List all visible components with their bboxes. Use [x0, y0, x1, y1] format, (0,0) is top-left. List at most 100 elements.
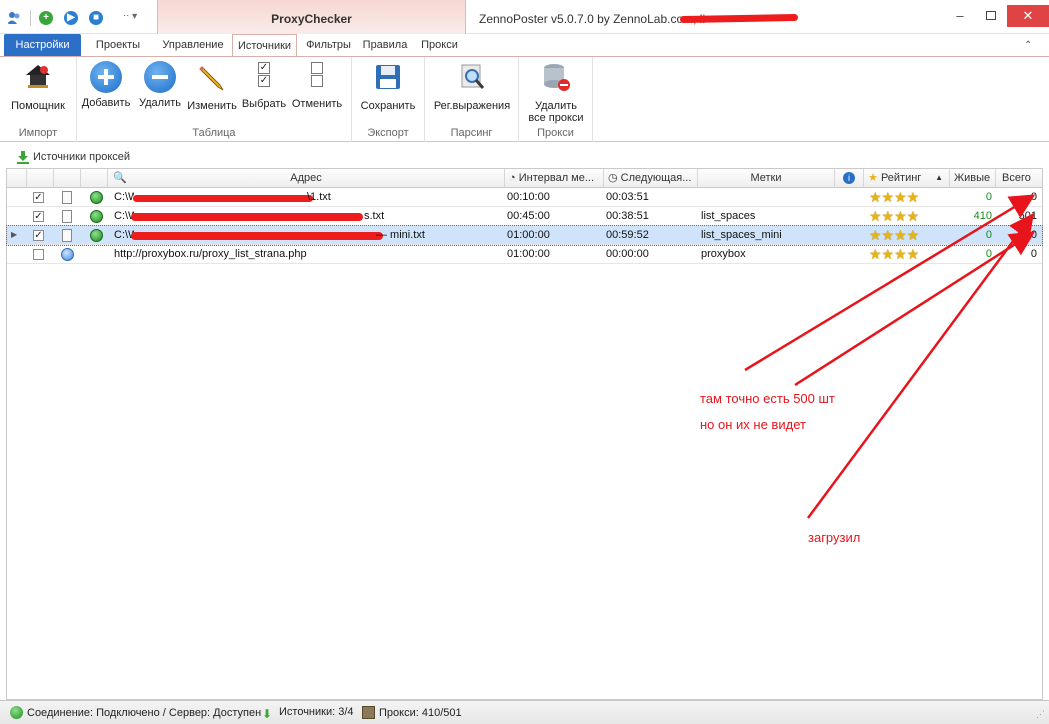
- row-interval: 01:00:00: [507, 248, 550, 260]
- table-row[interactable]: ▶ ✓ C:\W — mini.txt 01:00:00 00:59:52 li…: [6, 225, 1043, 246]
- regex-button[interactable]: Рег.выражения: [431, 61, 513, 112]
- row-next: 00:03:51: [606, 191, 649, 203]
- tab-projects[interactable]: Проекты: [89, 34, 147, 56]
- play-icon[interactable]: ▶: [64, 11, 78, 25]
- row-checkbox[interactable]: [33, 249, 44, 260]
- header-alive[interactable]: Живые: [950, 169, 996, 188]
- row-address: C:\W: [114, 191, 134, 203]
- group-label-proxies: Прокси: [537, 127, 574, 139]
- stop-icon[interactable]: ■: [89, 11, 103, 25]
- tab-sources[interactable]: Источники: [232, 34, 297, 57]
- file-icon: [62, 229, 72, 242]
- header-address[interactable]: 🔍 Адрес: [108, 169, 505, 188]
- header-checkbox[interactable]: [27, 169, 54, 188]
- annotation-text: загрузил: [808, 530, 861, 545]
- header-total[interactable]: Всего: [996, 169, 1042, 188]
- select-label: Выбрать: [241, 98, 287, 110]
- row-pointer-icon: ▶: [11, 230, 18, 239]
- group-export: Сохранить Экспорт: [352, 57, 425, 142]
- row-interval: 00:10:00: [507, 191, 550, 203]
- row-tags: list_spaces_mini: [701, 229, 782, 241]
- status-bar: Соединение: Подключено / Сервер: Доступе…: [0, 700, 1049, 724]
- save-button[interactable]: Сохранить: [358, 61, 418, 112]
- title-bar: + ▶ ■ ⋅⋅ ▾ ProxyChecker ZennoPoster v5.0…: [0, 0, 1049, 34]
- header-tags[interactable]: Метки: [698, 169, 835, 188]
- info-icon: i: [843, 172, 855, 184]
- row-address-tail: — mini.txt: [376, 229, 425, 241]
- add-label: Добавить: [81, 97, 131, 109]
- delete-all-proxies-button[interactable]: Удалить все прокси: [523, 61, 589, 124]
- add-button[interactable]: Добавить: [81, 61, 131, 109]
- table-row[interactable]: http://proxybox.ru/proxy_list_strana.php…: [7, 245, 1042, 264]
- helper-button[interactable]: Помощник: [8, 61, 68, 112]
- close-button[interactable]: ✕: [1007, 5, 1049, 27]
- delete-button[interactable]: Удалить: [136, 61, 184, 109]
- row-tags: [701, 188, 831, 207]
- magnifier-icon: [461, 64, 485, 89]
- header-status[interactable]: [81, 169, 108, 188]
- table-row[interactable]: ✓ C:\W \1.txt 00:10:00 00:03:51 ★★★★ 0 0: [7, 188, 1042, 207]
- header-next[interactable]: ◷ Следующая...: [604, 169, 698, 188]
- status-green-icon: [90, 191, 103, 204]
- proxy-list-icon: [362, 706, 375, 719]
- row-checkbox[interactable]: ✓: [33, 192, 44, 203]
- minus-circle-icon: [144, 61, 176, 93]
- status-green-icon: [90, 229, 103, 242]
- delete-label: Удалить: [139, 97, 181, 109]
- quick-access-menu-icon[interactable]: ⋅⋅ ▾: [123, 11, 137, 22]
- header-type[interactable]: [54, 169, 81, 188]
- header-rating-label: Рейтинг: [880, 172, 922, 184]
- table-row[interactable]: ✓ C:\W s.txt 00:45:00 00:38:51 list_spac…: [7, 207, 1042, 226]
- cancel-button[interactable]: Отменить: [291, 61, 343, 110]
- connection-status: Соединение: Подключено / Сервер: Доступе…: [10, 706, 261, 719]
- row-checkbox[interactable]: ✓: [33, 230, 44, 241]
- annotation-text: там точно есть 500 шт: [700, 391, 835, 406]
- resize-grip-icon[interactable]: ⋰: [1036, 709, 1045, 720]
- header-indicator: [7, 169, 27, 188]
- download-icon: ⬇: [262, 707, 273, 721]
- tab-rules[interactable]: Правила: [360, 34, 410, 56]
- regex-label: Рег.выражения: [433, 100, 511, 112]
- tab-filters[interactable]: Фильтры: [302, 34, 355, 56]
- maximize-button[interactable]: [976, 5, 1006, 27]
- header-interval[interactable]: ◔ Интервал ме...: [505, 169, 604, 188]
- users-icon[interactable]: [6, 10, 22, 26]
- minimize-button[interactable]: –: [945, 5, 975, 27]
- plus-circle-icon: [90, 61, 122, 93]
- context-tab-proxychecker: ProxyChecker: [157, 0, 466, 34]
- ribbon-collapse-icon[interactable]: ⌃: [1024, 40, 1032, 51]
- row-total: 0: [1030, 191, 1037, 203]
- tab-proxies[interactable]: Прокси: [416, 34, 463, 56]
- group-label-import: Импорт: [18, 127, 58, 139]
- row-next: 00:00:00: [606, 248, 649, 260]
- row-address-tail: \1.txt: [307, 191, 331, 203]
- row-checkbox[interactable]: ✓: [33, 211, 44, 222]
- database-delete-icon: [544, 64, 570, 91]
- group-label-export: Экспорт: [367, 127, 409, 139]
- tab-management[interactable]: Управление: [157, 34, 229, 56]
- checkbox-empty-icon: [301, 62, 333, 94]
- floppy-icon: [376, 65, 400, 89]
- connection-green-icon: [10, 706, 23, 719]
- window-title: ZennoPoster v5.0.7.0 by ZennoLab.com, li: [479, 12, 706, 26]
- row-alive: 0: [985, 191, 992, 203]
- rating-stars: ★★★★: [869, 189, 920, 205]
- file-icon: [62, 210, 72, 223]
- add-icon[interactable]: +: [39, 11, 53, 25]
- tab-settings[interactable]: Настройки: [4, 34, 81, 56]
- row-address: http://proxybox.ru/proxy_list_strana.php: [114, 248, 307, 260]
- toolbar-separator: [30, 10, 31, 26]
- delete-all-label-1: Удалить: [535, 100, 577, 112]
- header-next-label: Следующая...: [620, 172, 692, 184]
- rating-stars: ★★★★: [869, 246, 920, 262]
- proxies-status-text: Прокси: 410/501: [379, 707, 462, 719]
- edit-button[interactable]: Изменить: [187, 61, 237, 112]
- header-info[interactable]: i: [835, 169, 864, 188]
- connection-status-text: Соединение: Подключено / Сервер: Доступе…: [27, 707, 262, 719]
- row-interval: 00:45:00: [507, 210, 550, 222]
- select-button[interactable]: ✓ ✓ Выбрать: [240, 61, 288, 110]
- checkbox-checked-icon: ✓ ✓: [258, 62, 270, 87]
- cancel-label: Отменить: [291, 98, 343, 110]
- header-rating[interactable]: ★ Рейтинг ▲: [864, 169, 950, 188]
- helper-label: Помощник: [11, 100, 65, 112]
